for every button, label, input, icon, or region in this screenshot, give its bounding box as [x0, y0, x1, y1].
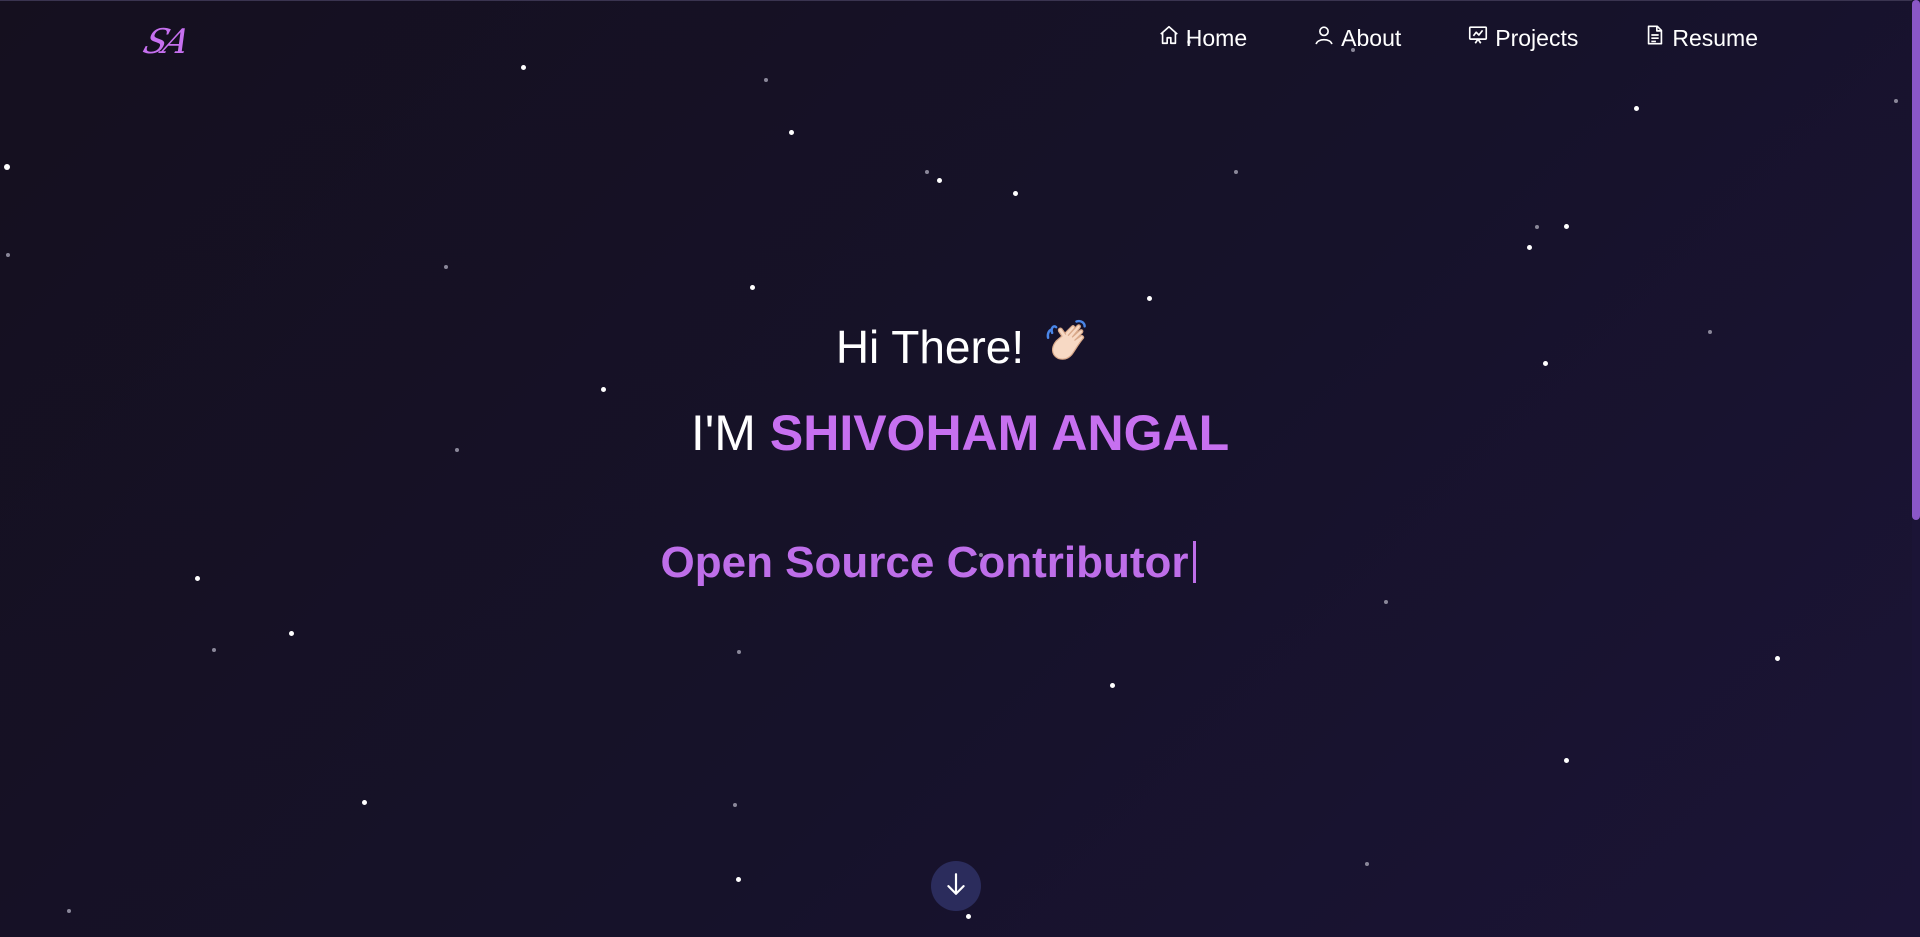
hero-section: Hi There! I'M SHIVOHAM ANGAL Open Source… — [0, 315, 1920, 588]
star-dot — [925, 170, 929, 174]
star-dot — [1527, 245, 1532, 250]
star-dot — [1634, 106, 1639, 111]
star-dot — [789, 130, 794, 135]
waving-hand-icon — [1044, 315, 1096, 378]
nav-item-label: Resume — [1672, 24, 1758, 51]
star-dot — [1234, 170, 1238, 174]
user-icon — [1313, 24, 1335, 52]
star-dot — [362, 800, 367, 805]
greeting-heading: Hi There! — [836, 315, 1096, 378]
star-dot — [1147, 296, 1152, 301]
star-dot — [1110, 683, 1115, 688]
scrollbar-thumb[interactable] — [1912, 0, 1920, 520]
nav-item-home[interactable]: Home — [1158, 24, 1247, 52]
main-navigation: Home About Projects Resume — [1158, 24, 1758, 52]
star-dot — [764, 78, 768, 82]
scroll-down-button[interactable] — [931, 861, 981, 911]
star-dot — [966, 914, 971, 919]
typing-cursor — [1192, 541, 1196, 583]
star-dot — [733, 803, 737, 807]
star-dot — [289, 631, 294, 636]
home-icon — [1158, 24, 1180, 52]
star-dot — [6, 253, 10, 257]
star-dot — [444, 265, 448, 269]
nav-item-label: Home — [1185, 24, 1248, 51]
star-dot — [1564, 758, 1569, 763]
star-dot — [1775, 656, 1780, 661]
nav-item-resume[interactable]: Resume — [1644, 24, 1758, 52]
star-dot — [521, 65, 526, 70]
star-dot — [1365, 862, 1369, 866]
nav-item-projects[interactable]: Projects — [1467, 24, 1578, 52]
star-dot — [737, 650, 741, 654]
intro-heading: I'M SHIVOHAM ANGAL — [0, 404, 1920, 462]
star-dot — [212, 648, 216, 652]
star-dot — [750, 285, 755, 290]
star-dot — [1564, 224, 1569, 229]
star-dot — [1013, 191, 1018, 196]
star-dot — [4, 164, 10, 170]
arrow-down-icon — [943, 871, 969, 901]
greeting-text: Hi There! — [835, 320, 1025, 373]
scrollbar-track[interactable] — [1912, 0, 1920, 937]
presentation-icon — [1467, 24, 1489, 52]
star-dot — [736, 877, 741, 882]
star-dot — [67, 909, 71, 913]
owner-name: SHIVOHAM ANGAL — [769, 405, 1230, 461]
hero-page: SA Home About Projects Resume Hi There! … — [0, 0, 1920, 937]
nav-item-label: About — [1341, 24, 1402, 51]
star-dot — [1535, 225, 1539, 229]
star-dot — [937, 178, 942, 183]
star-dot — [1384, 600, 1388, 604]
nav-item-label: Projects — [1495, 24, 1579, 51]
typed-role-text: Open Source Contributor — [660, 538, 1189, 587]
nav-item-about[interactable]: About — [1313, 24, 1401, 52]
intro-prefix: I'M — [690, 405, 756, 461]
typewriter-role: Open Source Contributor — [0, 538, 1920, 588]
document-icon — [1644, 24, 1666, 52]
star-dot — [1894, 99, 1898, 103]
